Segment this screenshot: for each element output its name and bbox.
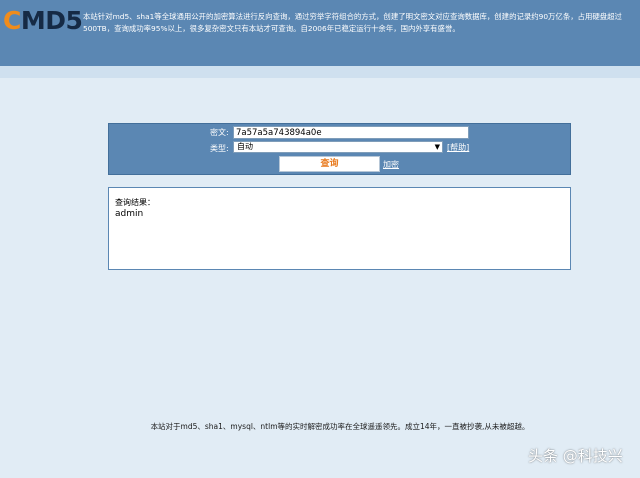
encrypt-link[interactable]: 加密 <box>383 160 399 170</box>
header-divider-strip <box>0 66 640 78</box>
result-title: 查询结果： <box>115 198 155 207</box>
help-link[interactable]: [帮助] <box>447 143 469 153</box>
site-logo[interactable]: CMD5 <box>3 6 83 36</box>
result-value: admin <box>115 209 144 219</box>
chevron-down-icon: ▼ <box>434 143 440 151</box>
result-box: 查询结果： admin <box>108 187 571 270</box>
cipher-label: 密文: <box>210 128 229 137</box>
logo-letter-c: C <box>3 6 21 35</box>
logo-text-md5: MD5 <box>20 6 83 35</box>
watermark: 头条 @科技兴 <box>528 447 623 465</box>
type-select[interactable]: 自动 ▼ <box>233 141 443 153</box>
query-form: 密文: 类型: 自动 ▼ [帮助] 查询 加密 <box>108 123 571 175</box>
type-select-value: 自动 <box>237 142 253 151</box>
search-button[interactable]: 查询 <box>279 156 380 172</box>
cipher-input[interactable] <box>233 126 469 139</box>
site-header: CMD5 本站针对md5、sha1等全球通用公开的加密算法进行反向查询，通过穷举… <box>0 0 640 66</box>
type-label: 类型: <box>210 144 229 153</box>
site-description: 本站针对md5、sha1等全球通用公开的加密算法进行反向查询，通过穷举字符组合的… <box>83 12 622 33</box>
footer-text: 本站对于md5、sha1、mysql、ntlm等的实时解密成功率在全球遥遥领先。… <box>150 422 530 431</box>
